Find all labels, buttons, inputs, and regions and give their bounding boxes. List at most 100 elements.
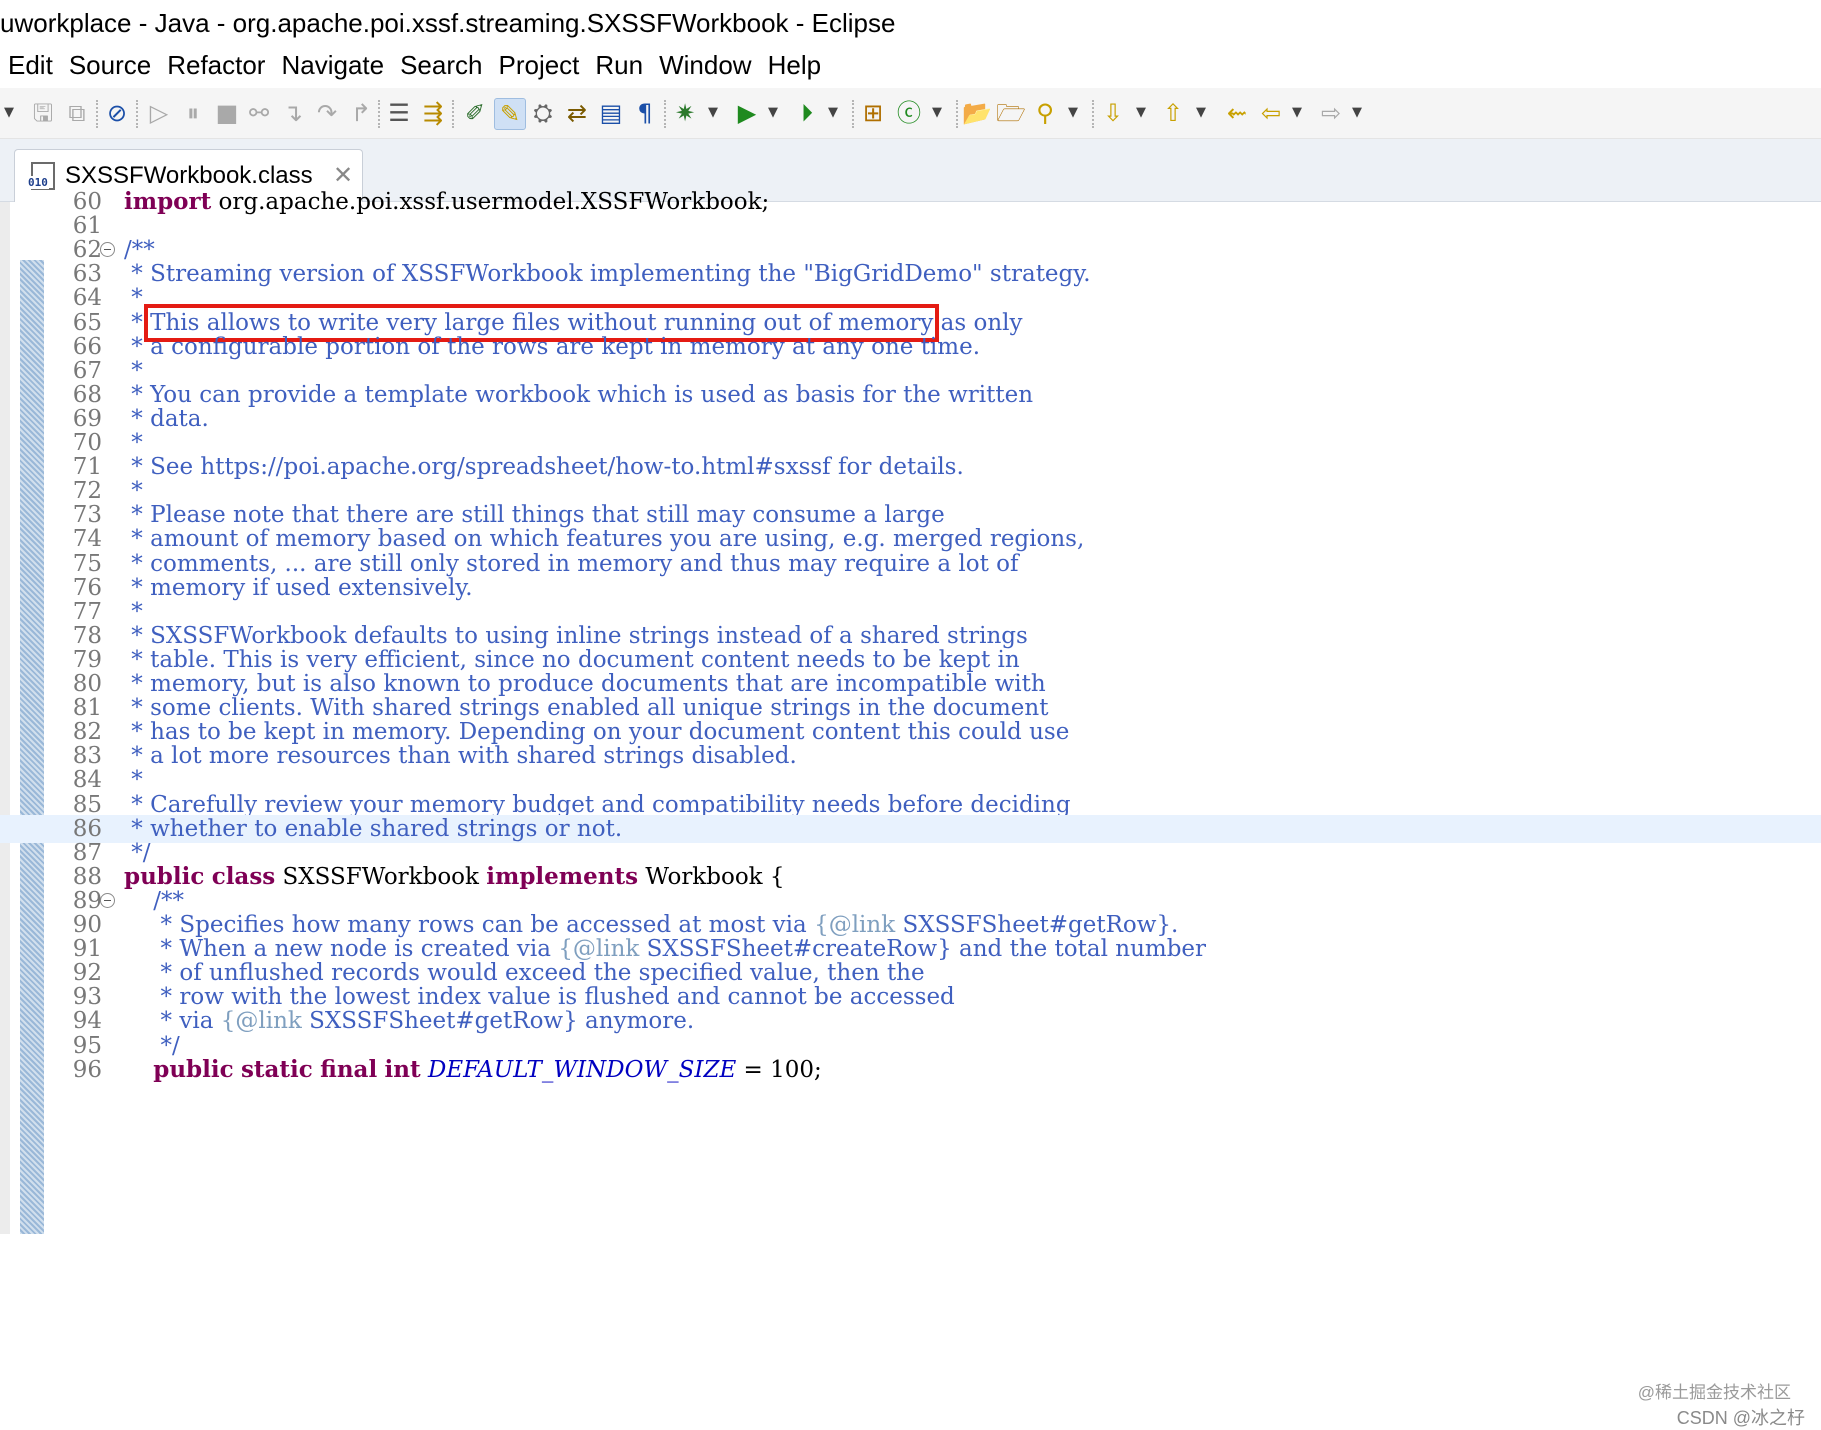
suspend-icon[interactable]: ⏸ (178, 98, 208, 128)
keyword-token: int (384, 1055, 421, 1083)
toggle-block-selection-icon[interactable]: ⛭ (528, 98, 558, 128)
toolbar-separator (378, 100, 382, 128)
highlight-annotation-box: This allows to write very large files wi… (144, 303, 940, 342)
menu-run[interactable]: Run (587, 46, 651, 84)
comment-token: * (124, 767, 143, 794)
show-whitespace-characters-icon[interactable]: ▤ (596, 98, 626, 128)
watermark-juejin: @稀土掘金技术社区 (1637, 1383, 1791, 1402)
step-over-icon[interactable]: ↷ (312, 98, 342, 128)
comment-token: {@link (814, 912, 896, 938)
comment-token: * Please note that there are still thing… (124, 502, 945, 529)
use-step-filters-icon[interactable]: ⇶ (418, 98, 448, 128)
menu-project[interactable]: Project (490, 46, 587, 84)
comment-token: as only (933, 309, 1023, 336)
next-annotation-icon[interactable]: ⇩ (1098, 98, 1128, 128)
debug-dropdown-icon[interactable]: ▼ (706, 98, 720, 128)
back-icon[interactable]: ⇦ (1256, 98, 1286, 128)
code-editor[interactable]: 60 import org.apache.poi.xssf.usermodel.X… (0, 188, 1821, 1428)
toolbar-separator (1092, 100, 1096, 128)
previous-annotation-icon[interactable]: ⇧ (1158, 98, 1188, 128)
comment-token: SXSSFSheet#getRow} anymore. (301, 1008, 695, 1035)
comment-token: * (124, 478, 143, 505)
previous-annotation-dropdown-icon[interactable]: ▼ (1194, 98, 1208, 128)
menu-search[interactable]: Search (392, 46, 490, 84)
comment-token: * memory, but is also known to produce d… (124, 671, 1046, 697)
run-icon[interactable]: ▶ (732, 98, 762, 128)
mark-occurrences-icon[interactable]: ✎ (494, 98, 526, 130)
comment-token: * Carefully review your memory budget an… (124, 791, 1071, 818)
new-java-class-icon[interactable]: ⓒ (894, 98, 924, 128)
dropdown-icon[interactable]: ▼ (2, 98, 16, 128)
new-java-package-icon[interactable]: ⊞ (858, 98, 888, 128)
comment-token: * (124, 357, 143, 384)
run-external-dropdown-icon[interactable]: ▼ (826, 98, 840, 128)
debug-icon[interactable]: ✷ (670, 98, 700, 128)
save-all-icon[interactable]: ⧉ (62, 98, 92, 128)
run-dropdown-icon[interactable]: ▼ (766, 98, 780, 128)
menu-help[interactable]: Help (760, 46, 829, 84)
run-external-icon[interactable]: ⏵ (792, 98, 822, 128)
comment-token: SXSSFSheet#getRow}. (895, 912, 1179, 938)
comment-token: * See https://poi.apache.org/spreadsheet… (124, 454, 964, 481)
line-number: 96 (72, 1056, 102, 1083)
comment-token: * (124, 430, 143, 456)
toggle-breakpoint-icon[interactable]: ✐ (460, 98, 490, 128)
step-return-icon[interactable]: ↱ (346, 98, 376, 128)
skip-all-breakpoints-icon[interactable]: ⊘ (102, 98, 132, 128)
comment-token: * table. This is very efficient, since n… (124, 646, 1020, 673)
open-task-icon[interactable]: 🗁 (996, 98, 1026, 128)
menu-window[interactable]: Window (651, 46, 759, 84)
search-dropdown-icon[interactable]: ▼ (1066, 98, 1080, 128)
window-title-bar: uworkplace - Java - org.apache.poi.xssf.… (0, 0, 1821, 46)
new-class-dropdown-icon[interactable]: ▼ (930, 98, 944, 128)
comment-token: * comments, ... are still only stored in… (124, 550, 1019, 577)
comment-token: * via (124, 1008, 221, 1035)
next-annotation-dropdown-icon[interactable]: ▼ (1134, 98, 1148, 128)
comment-token: * SXSSFWorkbook defaults to using inline… (124, 622, 1028, 649)
comment-token: * (124, 598, 143, 625)
keyword-token: public (153, 1055, 234, 1083)
code-line[interactable]: 96 public static final int DEFAULT_WINDO… (0, 1056, 1821, 1084)
code-token: = 100; (736, 1056, 822, 1083)
comment-token: {@link (220, 1008, 302, 1035)
forward-dropdown-icon[interactable]: ▼ (1350, 98, 1364, 128)
collapse-icon[interactable] (100, 242, 115, 258)
keyword-token: public (124, 862, 205, 890)
search-icon[interactable]: ⚲ (1030, 98, 1060, 128)
comment-token: * some clients. With shared strings enab… (124, 695, 1049, 722)
step-into-icon[interactable]: ↴ (278, 98, 308, 128)
show-whitespace-icon[interactable]: ⇄ (562, 98, 592, 128)
toolbar-separator (664, 100, 668, 128)
menu-refactor[interactable]: Refactor (159, 46, 273, 84)
comment-token: * Streaming version of XSSFWorkbook impl… (124, 261, 1091, 288)
menu-navigate[interactable]: Navigate (273, 46, 392, 84)
main-toolbar: ▼ 🖫 ⧉ ⊘ ▷ ⏸ ■ ⚯ ↴ ↷ ↱ ☰ ⇶ ✐ ✎ ⛭ ⇄ ▤ ¶ ✷ … (0, 88, 1821, 139)
drop-to-frame-icon[interactable]: ☰ (384, 98, 414, 128)
menu-source[interactable]: Source (61, 46, 159, 84)
collapse-icon[interactable] (100, 892, 115, 908)
toolbar-separator (452, 100, 456, 128)
paragraph-icon[interactable]: ¶ (630, 98, 660, 128)
keyword-token: import (124, 188, 212, 215)
forward-icon[interactable]: ⇨ (1316, 98, 1346, 128)
back-dropdown-icon[interactable]: ▼ (1290, 98, 1304, 128)
comment-token: * a configurable portion of the rows are… (124, 333, 981, 360)
last-edit-location-icon[interactable]: ⇜ (1222, 98, 1252, 128)
comment-token: * data. (124, 405, 209, 432)
toolbar-separator (852, 100, 856, 128)
menu-edit[interactable]: Edit (0, 46, 61, 84)
open-type-icon[interactable]: 📂 (962, 98, 992, 128)
toolbar-separator (96, 100, 100, 128)
comment-token: * Specifies how many rows can be accesse… (124, 912, 815, 938)
disconnect-icon[interactable]: ⚯ (244, 98, 274, 128)
terminate-icon[interactable]: ■ (212, 98, 242, 128)
keyword-token: implements (486, 862, 639, 890)
resume-icon[interactable]: ▷ (144, 98, 174, 128)
comment-token: * You can provide a template workbook wh… (124, 381, 1034, 408)
comment-token: */ (124, 1032, 180, 1059)
save-icon[interactable]: 🖫 (28, 98, 58, 128)
comment-token: * whether to enable shared strings or no… (124, 815, 623, 842)
